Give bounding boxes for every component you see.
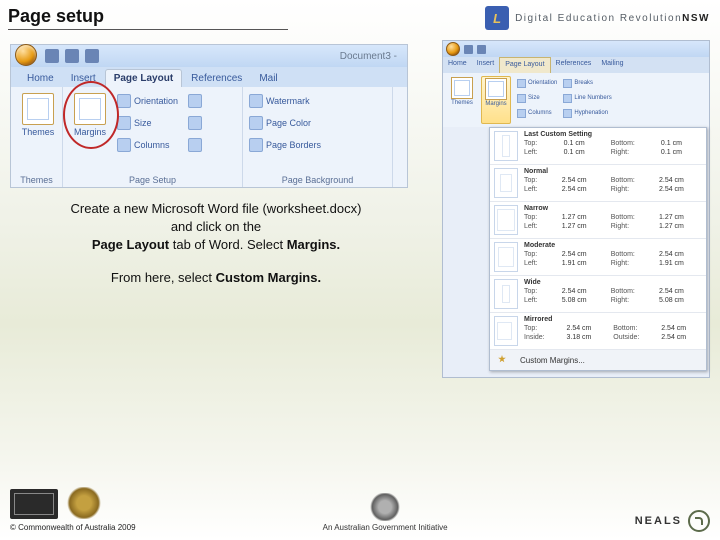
group-label-themes: Themes — [11, 175, 62, 185]
breaks-icon — [188, 94, 202, 108]
orientation-icon — [117, 94, 131, 108]
margin-preset-icon — [494, 168, 518, 198]
tab-references: References — [551, 57, 597, 73]
watermark-icon — [249, 94, 263, 108]
tab-references: References — [183, 70, 250, 87]
tab-insert: Insert — [472, 57, 500, 73]
tab-mailings: Mail — [251, 70, 285, 87]
margin-preset-icon — [494, 279, 518, 309]
star-icon — [498, 355, 506, 363]
footer-right: NEALS — [635, 510, 710, 532]
brand-header: L Digital Education RevolutionNSW — [485, 6, 710, 30]
office-button-icon — [15, 44, 37, 66]
copyright-text: © Commonwealth of Australia 2009 — [10, 523, 136, 532]
margins-option-normal: Normal Top:2.54 cmBottom:2.54 cmLeft:2.5… — [490, 165, 706, 202]
undo-icon — [477, 45, 486, 54]
tab-page-layout: Page Layout — [105, 69, 182, 87]
slide-title: Page setup — [8, 6, 288, 30]
margin-preset-icon — [494, 242, 518, 272]
size-icon — [117, 116, 131, 130]
tab-home: Home — [19, 70, 62, 87]
brand-text: Digital Education RevolutionNSW — [515, 13, 710, 24]
custom-margins-option: Custom Margins... — [490, 350, 706, 370]
line-numbers-icon — [563, 94, 572, 103]
nsw-det-logo — [10, 489, 58, 519]
neals-icon — [688, 510, 710, 532]
tab-insert: Insert — [63, 70, 104, 87]
margins-option-narrow: Narrow Top:1.27 cmBottom:1.27 cmLeft:1.2… — [490, 202, 706, 239]
line-numbers-icon — [188, 116, 202, 130]
save-icon — [464, 45, 473, 54]
margins-option-moderate: Moderate Top:2.54 cmBottom:2.54 cmLeft:1… — [490, 239, 706, 276]
document-title: Document3 - — [340, 51, 397, 62]
hyphenation-icon — [563, 109, 572, 118]
undo-icon — [65, 49, 79, 63]
hyphenation-icon — [188, 138, 202, 152]
nsw-coat-of-arms-icon — [66, 487, 102, 519]
group-label-page-background: Page Background — [243, 175, 392, 185]
group-label-page-setup: Page Setup — [63, 175, 242, 185]
margins-option-wide: Wide Top:2.54 cmBottom:2.54 cmLeft:5.08 … — [490, 276, 706, 313]
breaks-icon — [563, 79, 572, 88]
margins-option-last-custom: Last Custom Setting Top:0.1 cmBottom:0.1… — [490, 128, 706, 165]
margins-dropdown: Last Custom Setting Top:0.1 cmBottom:0.1… — [489, 127, 707, 371]
columns-icon — [117, 138, 131, 152]
columns-icon — [517, 109, 526, 118]
margins-icon — [485, 78, 507, 100]
size-icon — [517, 94, 526, 103]
tab-mailings: Mailing — [596, 57, 628, 73]
margin-preset-icon — [494, 205, 518, 235]
margins-icon — [74, 93, 106, 125]
orientation-icon — [517, 79, 526, 88]
margins-button-highlighted: Margins — [481, 76, 511, 124]
themes-icon — [22, 93, 54, 125]
margin-preset-icon — [494, 131, 518, 161]
word-ribbon-screenshot-1: Document3 - Home Insert Page Layout Refe… — [10, 44, 408, 188]
themes-button: Themes — [447, 76, 477, 124]
save-icon — [45, 49, 59, 63]
brand-badge-icon: L — [485, 6, 509, 30]
redo-icon — [85, 49, 99, 63]
margins-option-mirrored: Mirrored Top:2.54 cmBottom:2.54 cmInside… — [490, 313, 706, 350]
themes-icon — [451, 77, 473, 99]
instruction-text: Create a new Microsoft Word file (worksh… — [16, 200, 416, 301]
page-borders-icon — [249, 138, 263, 152]
page-color-icon — [249, 116, 263, 130]
tab-page-layout: Page Layout — [499, 57, 550, 73]
aus-coat-of-arms-icon — [369, 493, 401, 521]
themes-button: Themes — [17, 91, 59, 137]
neals-text: NEALS — [635, 515, 682, 527]
office-button-icon — [446, 42, 460, 56]
footer-center: An Australian Government Initiative — [323, 493, 448, 532]
tab-home: Home — [443, 57, 472, 73]
margin-preset-icon — [494, 316, 518, 346]
word-ribbon-screenshot-2: Home Insert Page Layout References Maili… — [442, 40, 710, 378]
margins-button: Margins — [69, 91, 111, 187]
